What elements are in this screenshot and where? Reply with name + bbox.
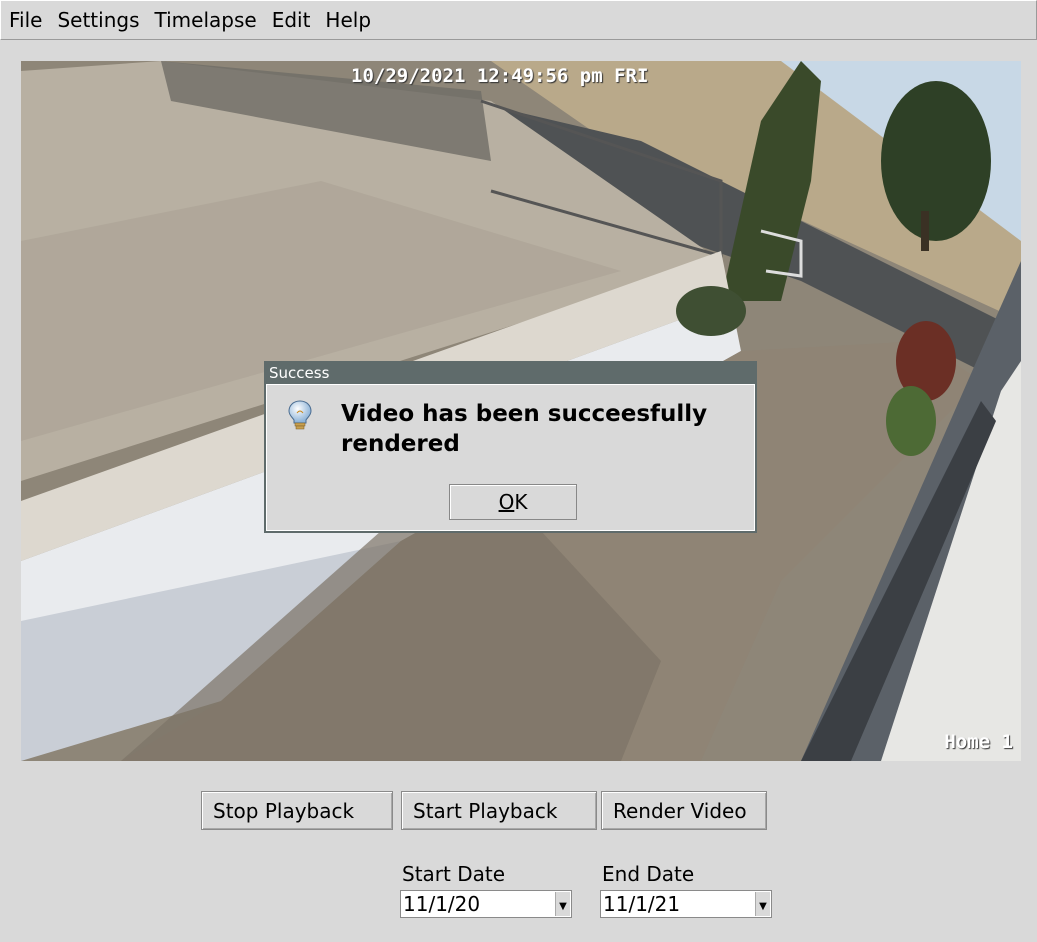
- start-date-field[interactable]: 11/1/20 ▼: [400, 890, 572, 918]
- camera-channel-label: Home 1: [944, 731, 1013, 753]
- ok-button[interactable]: OK: [449, 484, 577, 520]
- ok-label: K: [514, 490, 528, 514]
- start-date-label: Start Date: [402, 862, 506, 886]
- dialog-title[interactable]: Success: [266, 363, 755, 384]
- start-date-value: 11/1/20: [403, 892, 481, 916]
- render-video-button[interactable]: Render Video: [601, 791, 767, 830]
- success-dialog: Success Video has been succeesfully rend…: [264, 361, 757, 533]
- start-playback-button[interactable]: Start Playback: [401, 791, 597, 830]
- menu-file[interactable]: File: [1, 1, 49, 39]
- end-date-field[interactable]: 11/1/21 ▼: [600, 890, 772, 918]
- menu-settings[interactable]: Settings: [49, 1, 146, 39]
- menu-bar: File Settings Timelapse Edit Help: [0, 0, 1037, 40]
- end-date-label: End Date: [602, 862, 695, 886]
- menu-timelapse[interactable]: Timelapse: [147, 1, 264, 39]
- dialog-body: Video has been succeesfully rendered OK: [266, 384, 755, 531]
- chevron-down-icon[interactable]: ▼: [555, 892, 570, 916]
- end-date-value: 11/1/21: [603, 892, 681, 916]
- camera-timestamp: 10/29/2021 12:49:56 pm FRI: [351, 65, 649, 87]
- chevron-down-icon[interactable]: ▼: [755, 892, 770, 916]
- menu-help[interactable]: Help: [317, 1, 378, 39]
- dialog-message: Video has been succeesfully rendered: [341, 401, 708, 457]
- menu-edit[interactable]: Edit: [264, 1, 318, 39]
- ok-mnemonic: O: [498, 490, 515, 514]
- stop-playback-button[interactable]: Stop Playback: [201, 791, 393, 830]
- lightbulb-icon: [288, 400, 312, 430]
